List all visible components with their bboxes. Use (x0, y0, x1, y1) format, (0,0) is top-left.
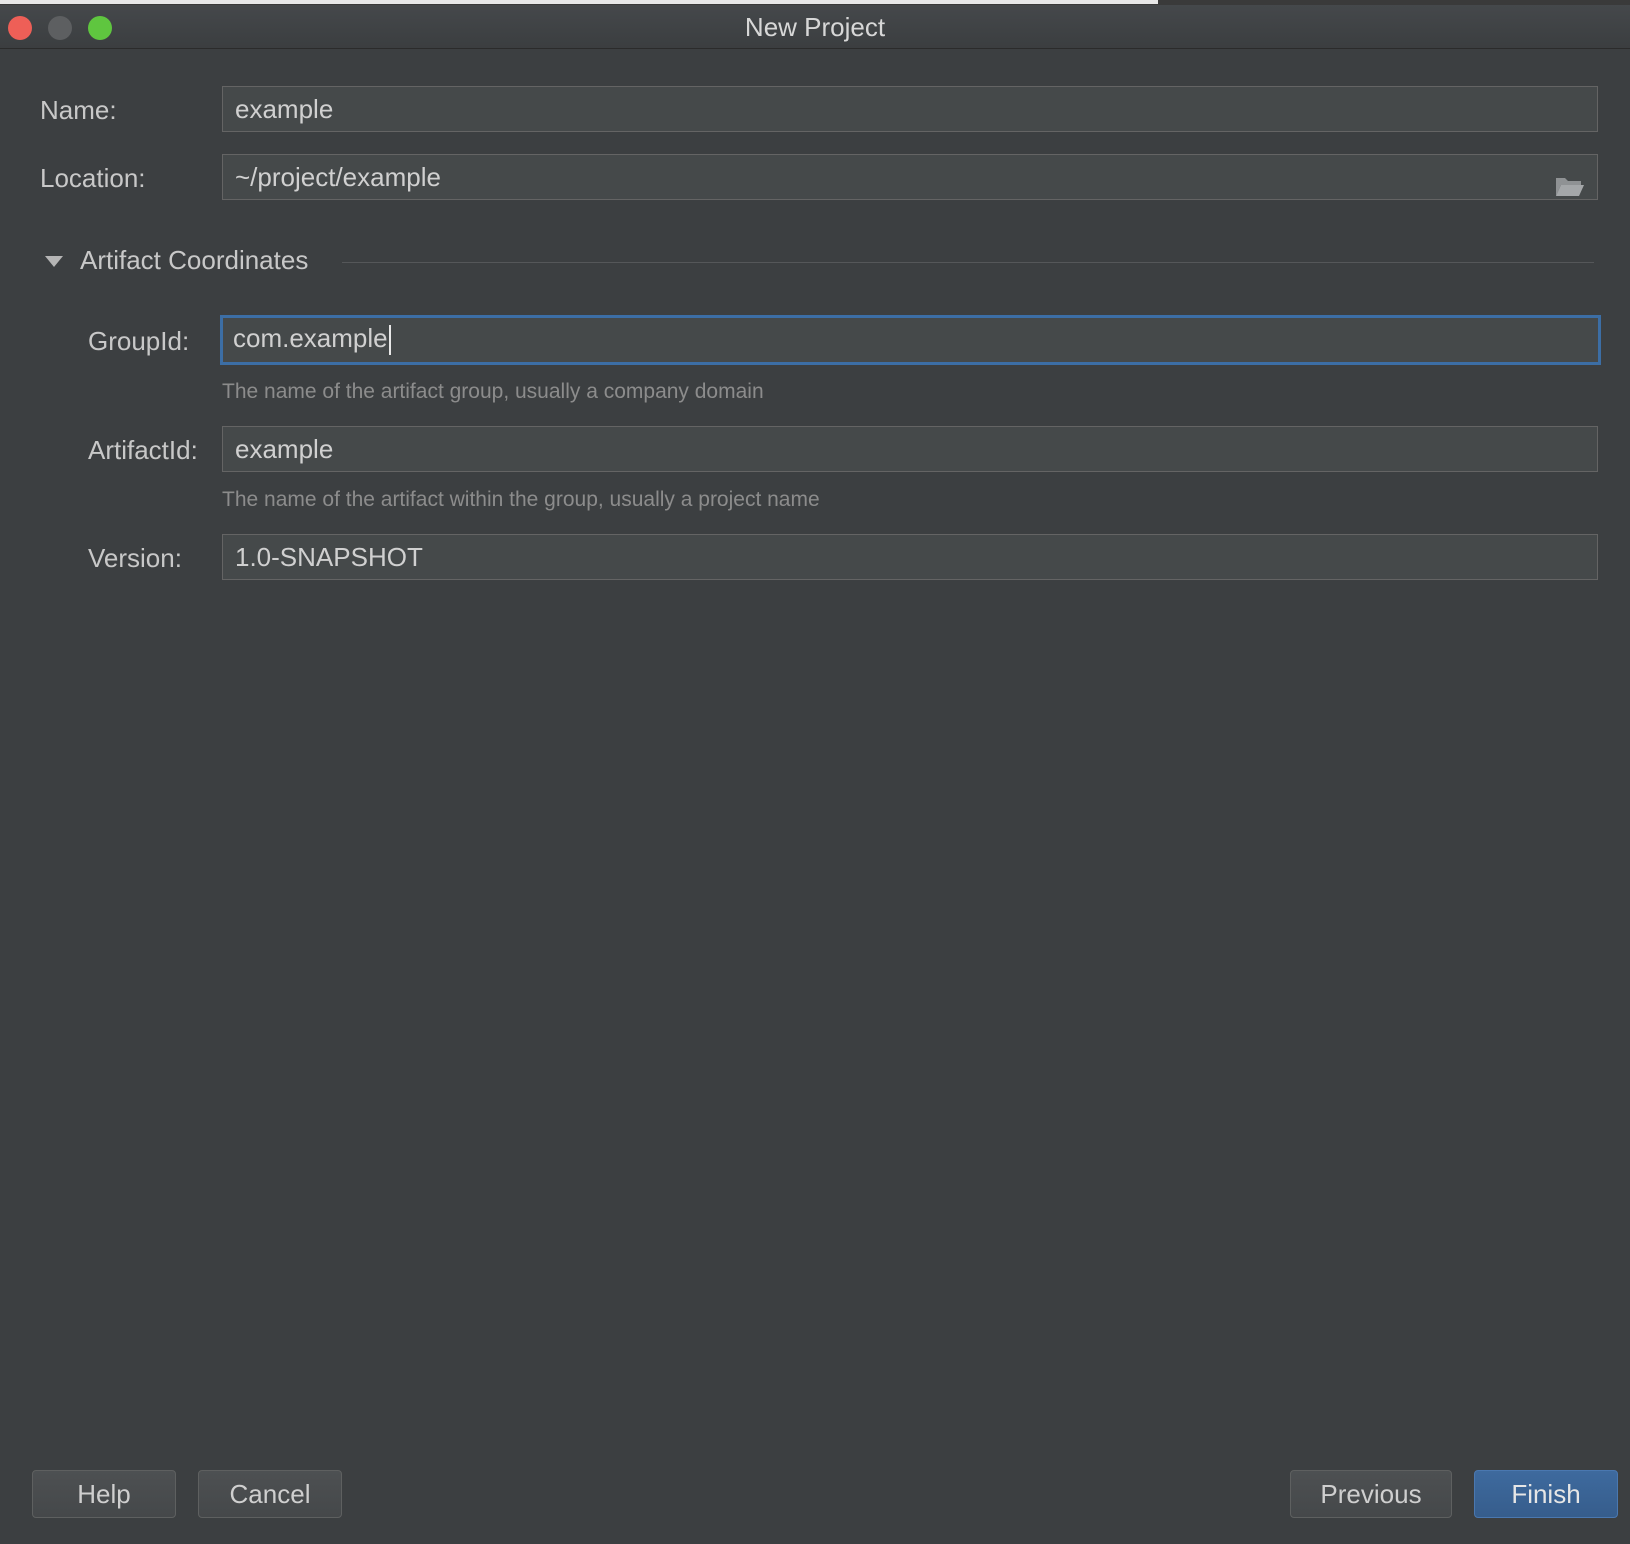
section-title[interactable]: Artifact Coordinates (80, 245, 308, 276)
cancel-button[interactable]: Cancel (198, 1470, 342, 1518)
groupid-label: GroupId: (88, 326, 190, 356)
finish-button[interactable]: Finish (1474, 1470, 1618, 1518)
name-label: Name: (40, 95, 117, 125)
location-field-value: ~/project/example (235, 162, 441, 192)
new-project-dialog: New Project Name: example Location: ~/pr… (0, 0, 1630, 1544)
artifactid-field[interactable]: example (222, 426, 1598, 472)
name-field-value: example (235, 94, 334, 124)
groupid-hint: The name of the artifact group, usually … (222, 380, 764, 403)
name-field[interactable]: example (222, 86, 1598, 132)
version-label: Version: (88, 543, 182, 573)
location-field[interactable]: ~/project/example (222, 154, 1598, 200)
folder-icon[interactable] (1555, 167, 1585, 211)
groupid-field[interactable]: com.example (220, 315, 1601, 365)
title-bar: New Project (0, 5, 1630, 49)
version-field-value: 1.0-SNAPSHOT (235, 542, 423, 572)
text-caret (388, 325, 391, 356)
artifactid-label: ArtifactId: (88, 435, 198, 465)
triangle-down-icon[interactable] (44, 255, 64, 274)
artifactid-hint: The name of the artifact within the grou… (222, 488, 820, 511)
section-divider (342, 262, 1594, 263)
previous-button[interactable]: Previous (1290, 1470, 1452, 1518)
groupid-field-value: com.example (233, 323, 388, 353)
help-button[interactable]: Help (32, 1470, 176, 1518)
version-field[interactable]: 1.0-SNAPSHOT (222, 534, 1598, 580)
location-label: Location: (40, 163, 146, 193)
window-title: New Project (744, 12, 886, 42)
artifactid-field-value: example (235, 434, 334, 464)
